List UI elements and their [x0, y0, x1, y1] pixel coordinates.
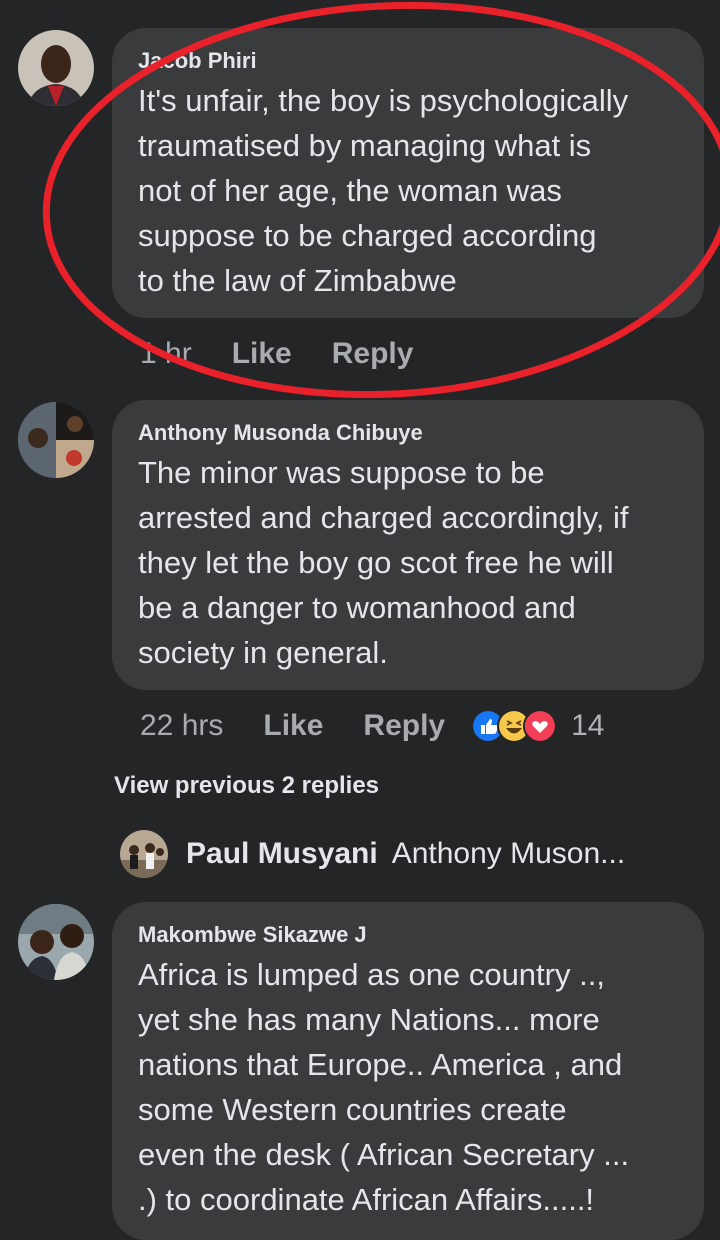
- latest-reply[interactable]: Paul Musyani Anthony Muson...: [120, 828, 625, 880]
- avatar-paul-musyani[interactable]: [120, 830, 168, 878]
- comment-bubble[interactable]: Jacob Phiri It's unfair, the boy is psyc…: [112, 28, 704, 318]
- comments-screen: Jacob Phiri It's unfair, the boy is psyc…: [0, 0, 720, 1240]
- comment-line: Africa is lumped as one country ..,: [138, 957, 605, 992]
- comment-line: they let the boy go scot free he will: [138, 545, 614, 580]
- reactions-summary[interactable]: 14: [471, 709, 605, 743]
- avatar-jacob-phiri[interactable]: [18, 30, 94, 106]
- comment-author[interactable]: Anthony Musonda Chibuye: [138, 420, 678, 446]
- comment-actions: 1 hr Like Reply: [140, 334, 413, 374]
- comment-bubble[interactable]: Makombwe Sikazwe J Africa is lumped as o…: [112, 902, 704, 1240]
- comment-line: The minor was suppose to be: [138, 455, 545, 490]
- comment-line: be a danger to womanhood and: [138, 590, 576, 625]
- comment-line: to the law of Zimbabwe: [138, 263, 457, 298]
- reply-author[interactable]: Paul Musyani: [186, 837, 378, 871]
- comment-bubble[interactable]: Anthony Musonda Chibuye The minor was su…: [112, 400, 704, 690]
- comment-line: society in general.: [138, 635, 388, 670]
- comment-line: not of her age, the woman was: [138, 173, 562, 208]
- comment-actions: 22 hrs Like Reply 14: [140, 706, 605, 746]
- comment-line: arrested and charged accordingly, if: [138, 500, 629, 535]
- comment-line: traumatised by managing what is: [138, 128, 592, 163]
- reply-preview[interactable]: Anthony Muson...: [392, 837, 625, 871]
- avatar-anthony-musonda-chibuye[interactable]: [18, 402, 94, 478]
- comment-author[interactable]: Jacob Phiri: [138, 48, 678, 74]
- avatar-makombwe-sikazwe-j[interactable]: [18, 904, 94, 980]
- comment-line: .) to coordinate African Affairs.....!: [138, 1182, 595, 1217]
- reply-button[interactable]: Reply: [332, 337, 414, 371]
- comment-line: nations that Europe.. America , and: [138, 1047, 623, 1082]
- love-reaction-icon: [523, 709, 558, 743]
- like-button[interactable]: Like: [263, 709, 323, 743]
- comment-text: It's unfair, the boy is psychologically …: [138, 78, 678, 303]
- comment-time[interactable]: 22 hrs: [140, 709, 223, 743]
- view-previous-replies-link[interactable]: View previous 2 replies: [114, 772, 379, 800]
- comment-line: yet she has many Nations... more: [138, 1002, 600, 1037]
- comment-text: The minor was suppose to be arrested and…: [138, 450, 678, 675]
- comment-line: some Western countries create: [138, 1092, 567, 1127]
- reaction-count: 14: [571, 709, 605, 742]
- comment-author[interactable]: Makombwe Sikazwe J: [138, 922, 678, 948]
- comment-line: even the desk ( African Secretary ...: [138, 1137, 630, 1172]
- comment-time[interactable]: 1 hr: [140, 337, 192, 371]
- comment-text: Africa is lumped as one country .., yet …: [138, 952, 678, 1222]
- reply-button[interactable]: Reply: [363, 709, 445, 743]
- like-button[interactable]: Like: [232, 337, 292, 371]
- comment-line: It's unfair, the boy is psychologically: [138, 83, 629, 118]
- comment-line: suppose to be charged according: [138, 218, 597, 253]
